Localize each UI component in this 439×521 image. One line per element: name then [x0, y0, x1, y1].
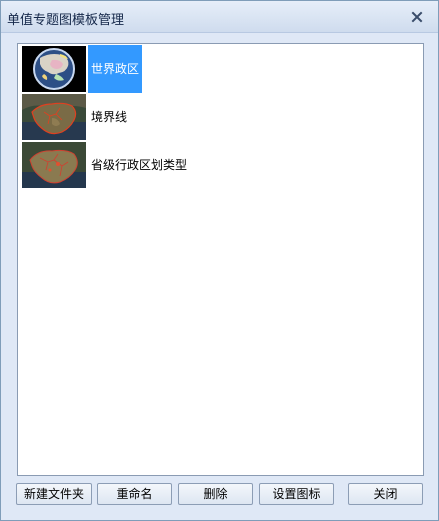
list-item[interactable]: 世界政区: [21, 45, 401, 93]
close-button[interactable]: 关闭: [348, 483, 423, 505]
list-item[interactable]: 省级行政区划类型: [21, 141, 401, 189]
rename-button[interactable]: 重命名: [97, 483, 172, 505]
china-province-thumbnail-icon: [22, 142, 86, 188]
title-bar[interactable]: 单值专题图模板管理: [1, 1, 438, 33]
template-manager-window: 单值专题图模板管理 世界政区 境界线 省级行政区划类型 新建文件夹 重命名 删除…: [0, 0, 439, 521]
globe-asia-thumbnail-icon: [22, 46, 86, 92]
window-title: 单值专题图模板管理: [7, 13, 125, 28]
close-icon[interactable]: [410, 10, 424, 24]
list-item-label: 省级行政区划类型: [91, 158, 188, 172]
template-list[interactable]: 世界政区 境界线 省级行政区划类型: [17, 43, 424, 476]
list-item-label: 境界线: [91, 110, 128, 124]
list-item-label: 世界政区: [88, 45, 143, 93]
china-boundary-thumbnail-icon: [22, 94, 86, 140]
set-icon-button[interactable]: 设置图标: [259, 483, 334, 505]
delete-button[interactable]: 删除: [178, 483, 253, 505]
list-item[interactable]: 境界线: [21, 93, 401, 141]
new-folder-button[interactable]: 新建文件夹: [16, 483, 92, 505]
